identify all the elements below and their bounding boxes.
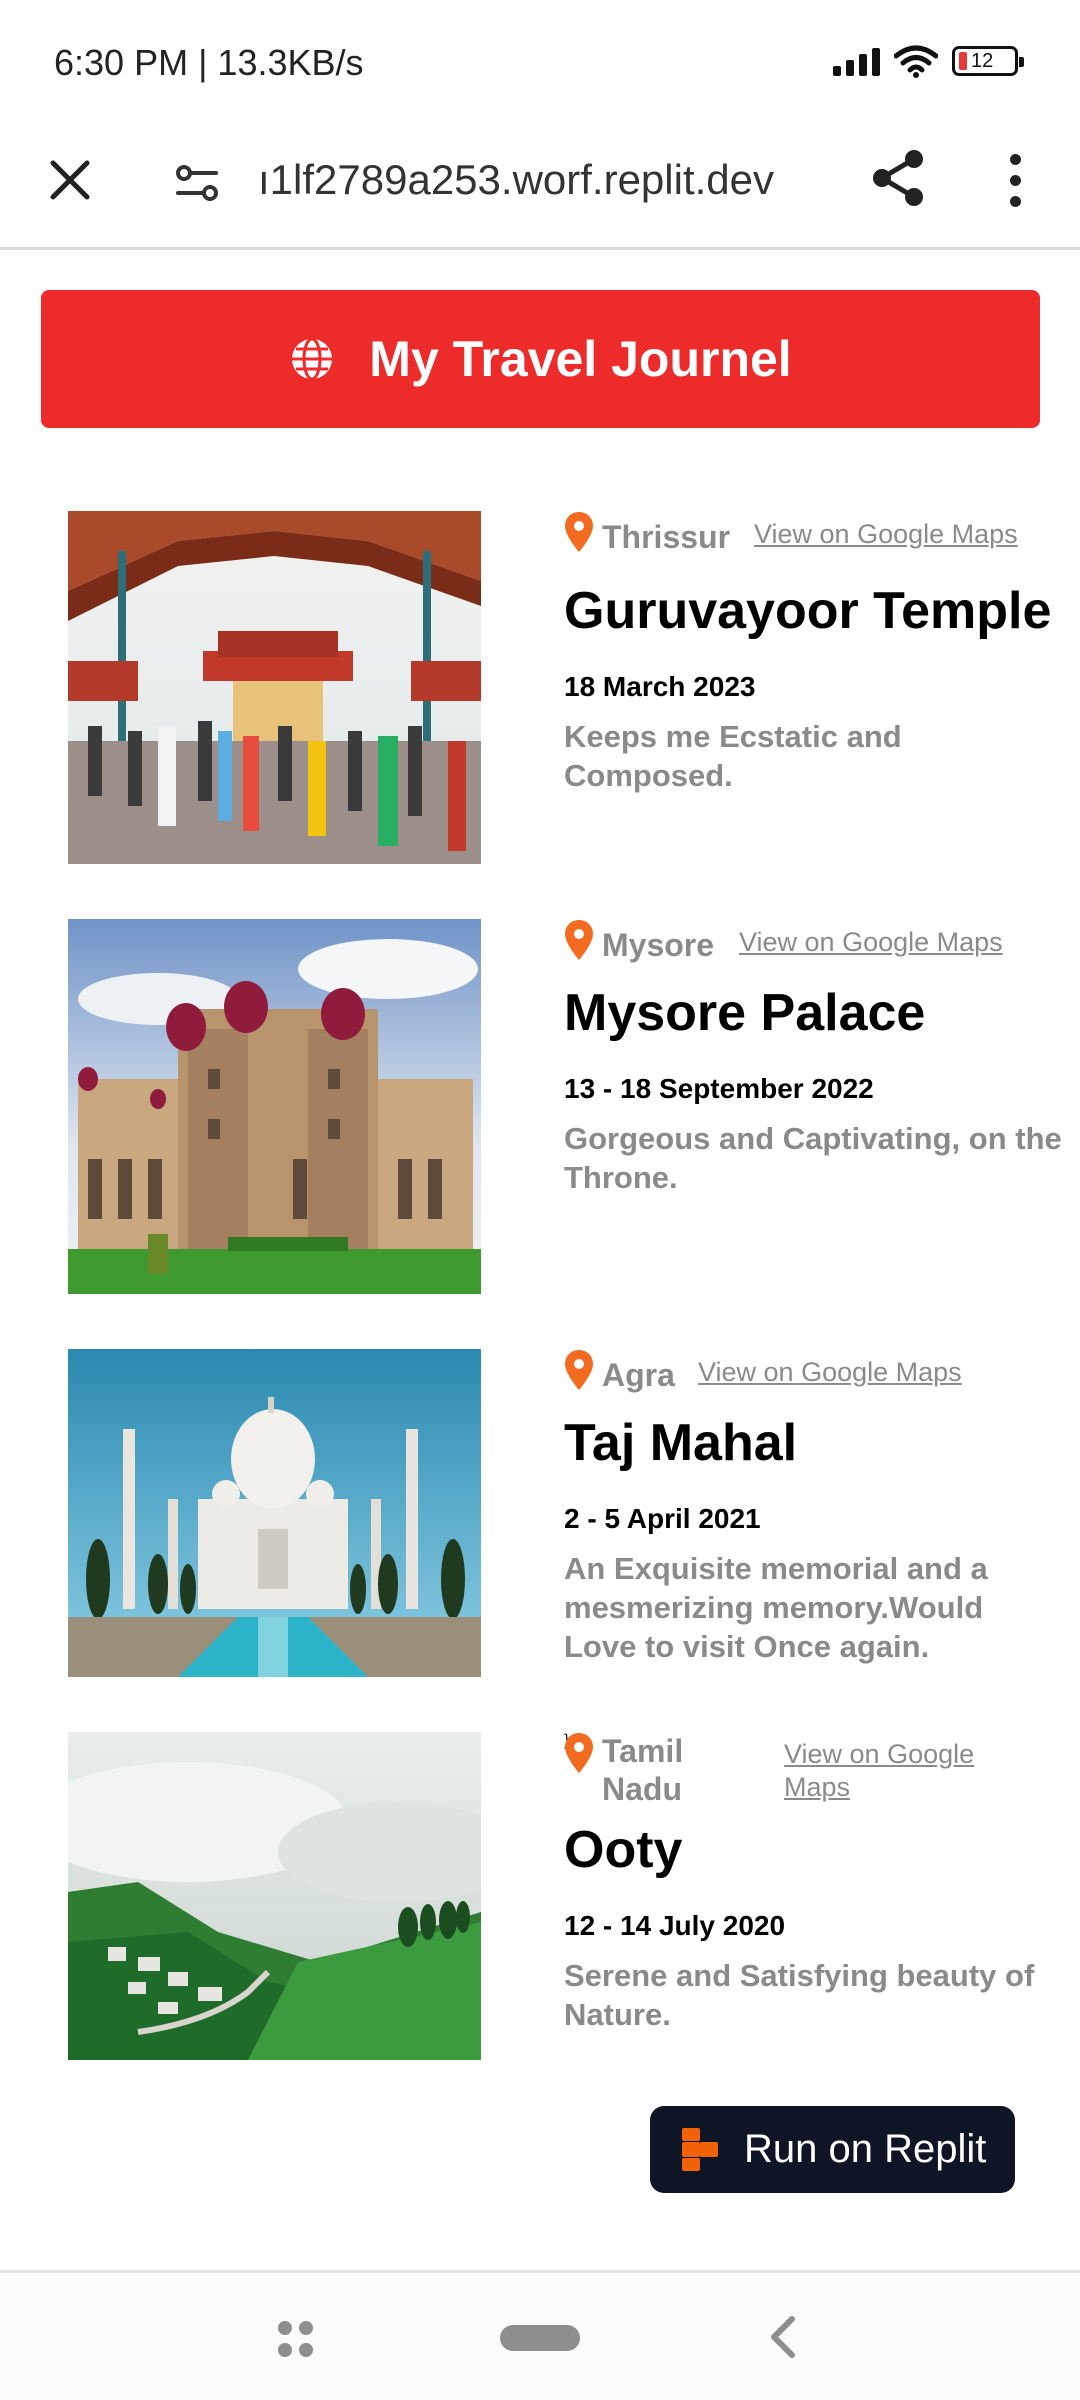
wifi-icon: [894, 45, 938, 78]
replit-logo-icon: [682, 2127, 718, 2171]
entry-photo-ooty: [68, 1732, 481, 2060]
place-description: Keeps me Ecstatic and Composed.: [564, 719, 902, 793]
page-header: My Travel Journel: [41, 290, 1040, 428]
location-pin-icon: [565, 512, 593, 552]
location-row: Thrissur View on Google Maps: [564, 511, 1064, 563]
visit-date: 12 - 14 July 2020: [564, 1910, 786, 1941]
globe-icon: [292, 337, 333, 381]
page-title: My Travel Journel: [369, 331, 792, 387]
location-pin-icon: [565, 1350, 593, 1390]
page-info-icon[interactable]: [170, 155, 226, 211]
entry-info: Tamil Nadu View on Google Maps } Ooty 12…: [564, 1732, 1064, 2034]
location-name: Thrissur: [602, 519, 731, 555]
entry-info: Thrissur View on Google Maps Guruvayoor …: [564, 511, 1064, 795]
status-icons: 12: [833, 44, 1024, 78]
journal-entry: Agra View on Google Maps Taj Mahal 2 - 5…: [68, 1349, 1048, 1677]
location-name: Agra: [602, 1357, 675, 1393]
close-icon: [50, 160, 90, 200]
battery-level: [959, 52, 967, 70]
google-maps-link[interactable]: View on Google Maps: [739, 927, 1003, 958]
close-tab-button[interactable]: [40, 150, 100, 210]
journal-entry: Thrissur View on Google Maps Guruvayoor …: [68, 511, 1051, 864]
place-title: Guruvayoor Temple: [564, 582, 1052, 640]
visit-date: 18 March 2023: [564, 671, 756, 702]
run-on-replit-button[interactable]: Run on Replit: [650, 2106, 1015, 2193]
location-name: Mysore: [602, 927, 715, 963]
location-row: Agra View on Google Maps: [564, 1349, 1064, 1401]
url-bar[interactable]: ı1lf2789a253.worf.replit.dev: [258, 150, 818, 210]
battery-icon: 12: [952, 46, 1024, 76]
entry-photo-tajmahal: [68, 1349, 481, 1677]
google-maps-link[interactable]: View on Google Maps: [754, 519, 1018, 550]
entry-info: Agra View on Google Maps Taj Mahal 2 - 5…: [564, 1349, 1064, 1666]
location-name: Tamil Nadu: [602, 1733, 684, 1807]
journal-entry: Mysore View on Google Maps Mysore Palace…: [68, 919, 1062, 1294]
home-button[interactable]: [500, 2325, 580, 2351]
google-maps-link[interactable]: View on Google Maps: [698, 1357, 962, 1388]
location-pin-icon: [565, 920, 593, 960]
entry-photo-mysore: [68, 919, 481, 1294]
more-vert-icon[interactable]: [990, 150, 1040, 210]
signal-icon: [833, 46, 880, 76]
battery-percent: 12: [971, 49, 994, 72]
location-row: Mysore View on Google Maps: [564, 919, 1064, 971]
status-bar: 6:30 PM | 13.3KB/s 12: [0, 0, 1080, 120]
status-time: 6:30 PM | 13.3KB/s: [54, 42, 364, 83]
journal-entry: Tamil Nadu View on Google Maps } Ooty 12…: [68, 1732, 1048, 2060]
visit-date: 2 - 5 April 2021: [564, 1503, 761, 1534]
place-title: Mysore Palace: [564, 984, 926, 1042]
replit-button-label: Run on Replit: [744, 2127, 987, 2171]
share-icon[interactable]: [866, 145, 932, 211]
place-title: Taj Mahal: [564, 1414, 798, 1472]
entry-info: Mysore View on Google Maps Mysore Palace…: [564, 919, 1064, 1197]
recent-apps-icon[interactable]: [278, 2321, 314, 2357]
back-icon[interactable]: [762, 2313, 806, 2361]
location-row: Tamil Nadu View on Google Maps }: [564, 1732, 1064, 1818]
place-description: An Exquisite memorial and a mesmerizing …: [564, 1551, 988, 1664]
place-description: Serene and Satisfying beauty of Nature.: [564, 1958, 1035, 2032]
place-title: Ooty: [564, 1821, 683, 1879]
system-nav-bar: [0, 2270, 1080, 2400]
entry-photo-guruvayoor: [68, 511, 481, 864]
google-maps-link[interactable]: View on Google Maps: [784, 1738, 994, 1804]
location-pin-icon: [565, 1733, 593, 1773]
visit-date: 13 - 18 September 2022: [564, 1073, 874, 1104]
browser-toolbar: ı1lf2789a253.worf.replit.dev: [0, 120, 1080, 250]
place-description: Gorgeous and Captivating, on the Throne.: [564, 1121, 1062, 1195]
